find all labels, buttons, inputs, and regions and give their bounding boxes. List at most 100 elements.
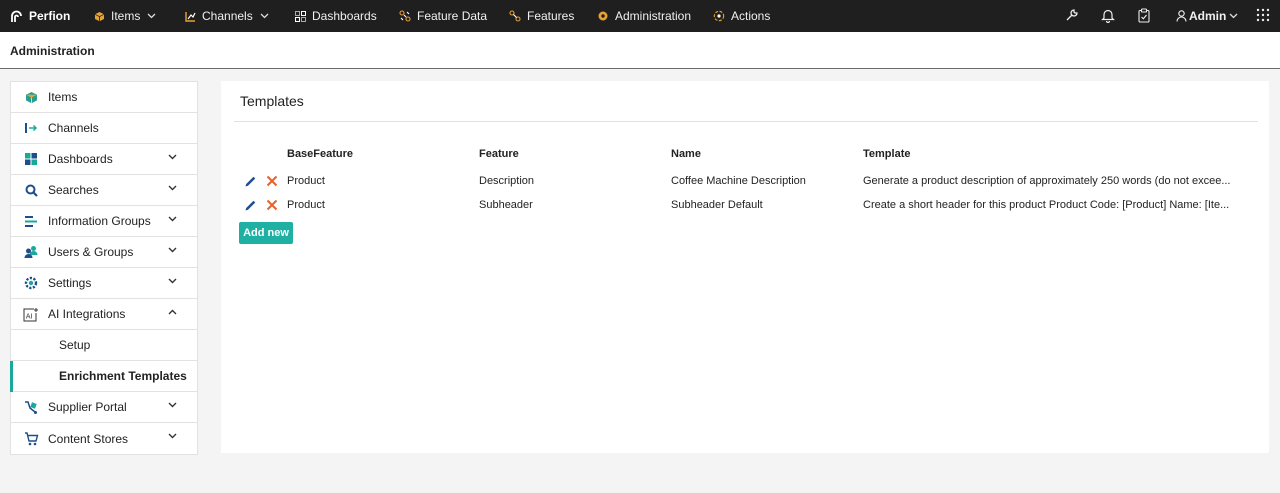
sidebar-item-label: Content Stores — [48, 431, 129, 446]
column-header-feature[interactable]: Feature — [479, 148, 519, 160]
brand-name: Perfion — [29, 9, 71, 23]
sidebar-item-label: Dashboards — [48, 152, 113, 166]
chevron-down-icon — [168, 247, 177, 253]
cell-template: Generate a product description of approx… — [863, 175, 1231, 187]
nav-channels-label: Channels — [202, 9, 253, 23]
gear-icon — [598, 11, 608, 21]
chevron-up-icon — [168, 309, 177, 315]
svg-text:AI: AI — [26, 312, 33, 320]
sidebar-item-label: Information Groups — [48, 214, 151, 228]
sidebar-item-label: Supplier Portal — [48, 400, 127, 414]
perfion-logo-icon — [11, 10, 22, 22]
supplier-icon — [23, 399, 39, 415]
cell-feature: Subheader — [479, 199, 533, 211]
chevron-down-icon — [168, 402, 177, 408]
edit-icon[interactable] — [243, 174, 257, 188]
channels-icon — [185, 11, 196, 22]
page-title: Administration — [10, 44, 95, 58]
gear-icon — [23, 275, 39, 291]
row-actions — [243, 174, 287, 188]
cell-basefeature: Product — [287, 199, 325, 211]
channels-icon — [23, 120, 39, 136]
chevron-down-icon — [147, 13, 156, 19]
nav-feature-data[interactable]: Feature Data — [399, 9, 487, 23]
user-menu[interactable]: Admin — [1176, 9, 1238, 23]
actions-icon — [713, 10, 725, 22]
nav-actions-label: Actions — [731, 9, 771, 23]
nav-features-label: Features — [527, 9, 575, 23]
delete-icon[interactable] — [265, 198, 279, 212]
sidebar-subitem-label: Enrichment Templates — [59, 369, 187, 383]
cell-template: Create a short header for this product P… — [863, 199, 1230, 211]
user-icon — [1176, 10, 1187, 22]
dashboard-icon — [23, 151, 39, 167]
column-header-name[interactable]: Name — [671, 148, 701, 160]
tools-icon[interactable] — [1065, 8, 1079, 22]
sidebar-item-label: AI Integrations — [48, 307, 126, 321]
nav-features[interactable]: Features — [509, 9, 574, 23]
apps-grid-icon[interactable] — [1256, 8, 1270, 22]
sidebar-item-dashboards[interactable]: Dashboards — [11, 144, 197, 175]
sidebar-subitem-setup[interactable]: Setup — [11, 330, 197, 361]
bell-icon[interactable] — [1101, 8, 1115, 23]
sidebar-item-settings[interactable]: Settings — [11, 268, 197, 299]
sidebar-item-label: Users & Groups — [48, 245, 134, 259]
user-name: Admin — [1189, 9, 1227, 23]
edit-icon[interactable] — [243, 198, 257, 212]
chevron-down-icon — [168, 216, 177, 222]
list-icon — [23, 213, 39, 229]
panel-title: Templates — [240, 93, 304, 109]
chevron-down-icon — [168, 185, 177, 191]
cell-name: Subheader Default — [671, 199, 763, 211]
search-icon — [23, 182, 39, 198]
ai-icon: AI — [23, 306, 39, 322]
features-icon — [509, 10, 521, 22]
box-icon — [94, 11, 105, 21]
sidebar-item-channels[interactable]: Channels — [11, 113, 197, 144]
cell-name: Coffee Machine Description — [671, 175, 806, 187]
admin-sidebar: Items Channels Dashboards Searches Infor… — [10, 81, 198, 455]
divider — [234, 121, 1258, 122]
dashboard-icon — [295, 10, 306, 22]
sidebar-item-label: Channels — [48, 121, 99, 135]
sidebar-item-information-groups[interactable]: Information Groups — [11, 206, 197, 237]
nav-dashboards[interactable]: Dashboards — [295, 9, 377, 23]
cell-basefeature: Product — [287, 175, 325, 187]
users-icon — [23, 244, 39, 260]
nav-administration[interactable]: Administration — [597, 9, 691, 23]
chevron-down-icon — [168, 433, 177, 439]
chevron-down-icon — [1229, 13, 1238, 19]
sidebar-subitem-label: Setup — [59, 338, 91, 352]
nav-items-label: Items — [111, 9, 141, 23]
sidebar-item-supplier-portal[interactable]: Supplier Portal — [11, 392, 197, 423]
column-header-template[interactable]: Template — [863, 148, 910, 160]
top-navbar: Perfion Items Channels Dashboards Featur… — [0, 0, 1280, 32]
nav-dashboards-label: Dashboards — [312, 9, 377, 23]
sidebar-subitem-enrichment-templates[interactable]: Enrichment Templates — [10, 361, 197, 392]
sidebar-item-label: Items — [48, 90, 78, 104]
sidebar-item-users-groups[interactable]: Users & Groups — [11, 237, 197, 268]
templates-panel: Templates BaseFeature Feature Name Templ… — [221, 81, 1269, 453]
nav-actions[interactable]: Actions — [713, 9, 770, 23]
delete-icon[interactable] — [265, 174, 279, 188]
sidebar-item-label: Searches — [48, 183, 99, 197]
box-icon — [23, 89, 39, 105]
cell-feature: Description — [479, 175, 535, 187]
chevron-down-icon — [168, 154, 177, 160]
feature-data-icon — [399, 10, 411, 22]
sidebar-item-ai-integrations[interactable]: AI AI Integrations — [11, 299, 197, 330]
nav-channels[interactable]: Channels — [185, 9, 269, 23]
nav-administration-label: Administration — [615, 9, 692, 23]
sidebar-item-items[interactable]: Items — [11, 82, 197, 113]
add-new-button[interactable]: Add new — [239, 222, 293, 244]
row-actions — [243, 198, 287, 212]
sidebar-item-searches[interactable]: Searches — [11, 175, 197, 206]
chevron-down-icon — [260, 13, 269, 19]
column-header-basefeature[interactable]: BaseFeature — [287, 148, 353, 160]
clipboard-icon[interactable] — [1138, 8, 1150, 23]
nav-feature-data-label: Feature Data — [417, 9, 488, 23]
sidebar-item-content-stores[interactable]: Content Stores — [11, 423, 197, 454]
page-header: Administration — [0, 32, 1280, 69]
nav-items[interactable]: Items — [94, 9, 156, 23]
brand-logo[interactable]: Perfion — [10, 9, 70, 23]
